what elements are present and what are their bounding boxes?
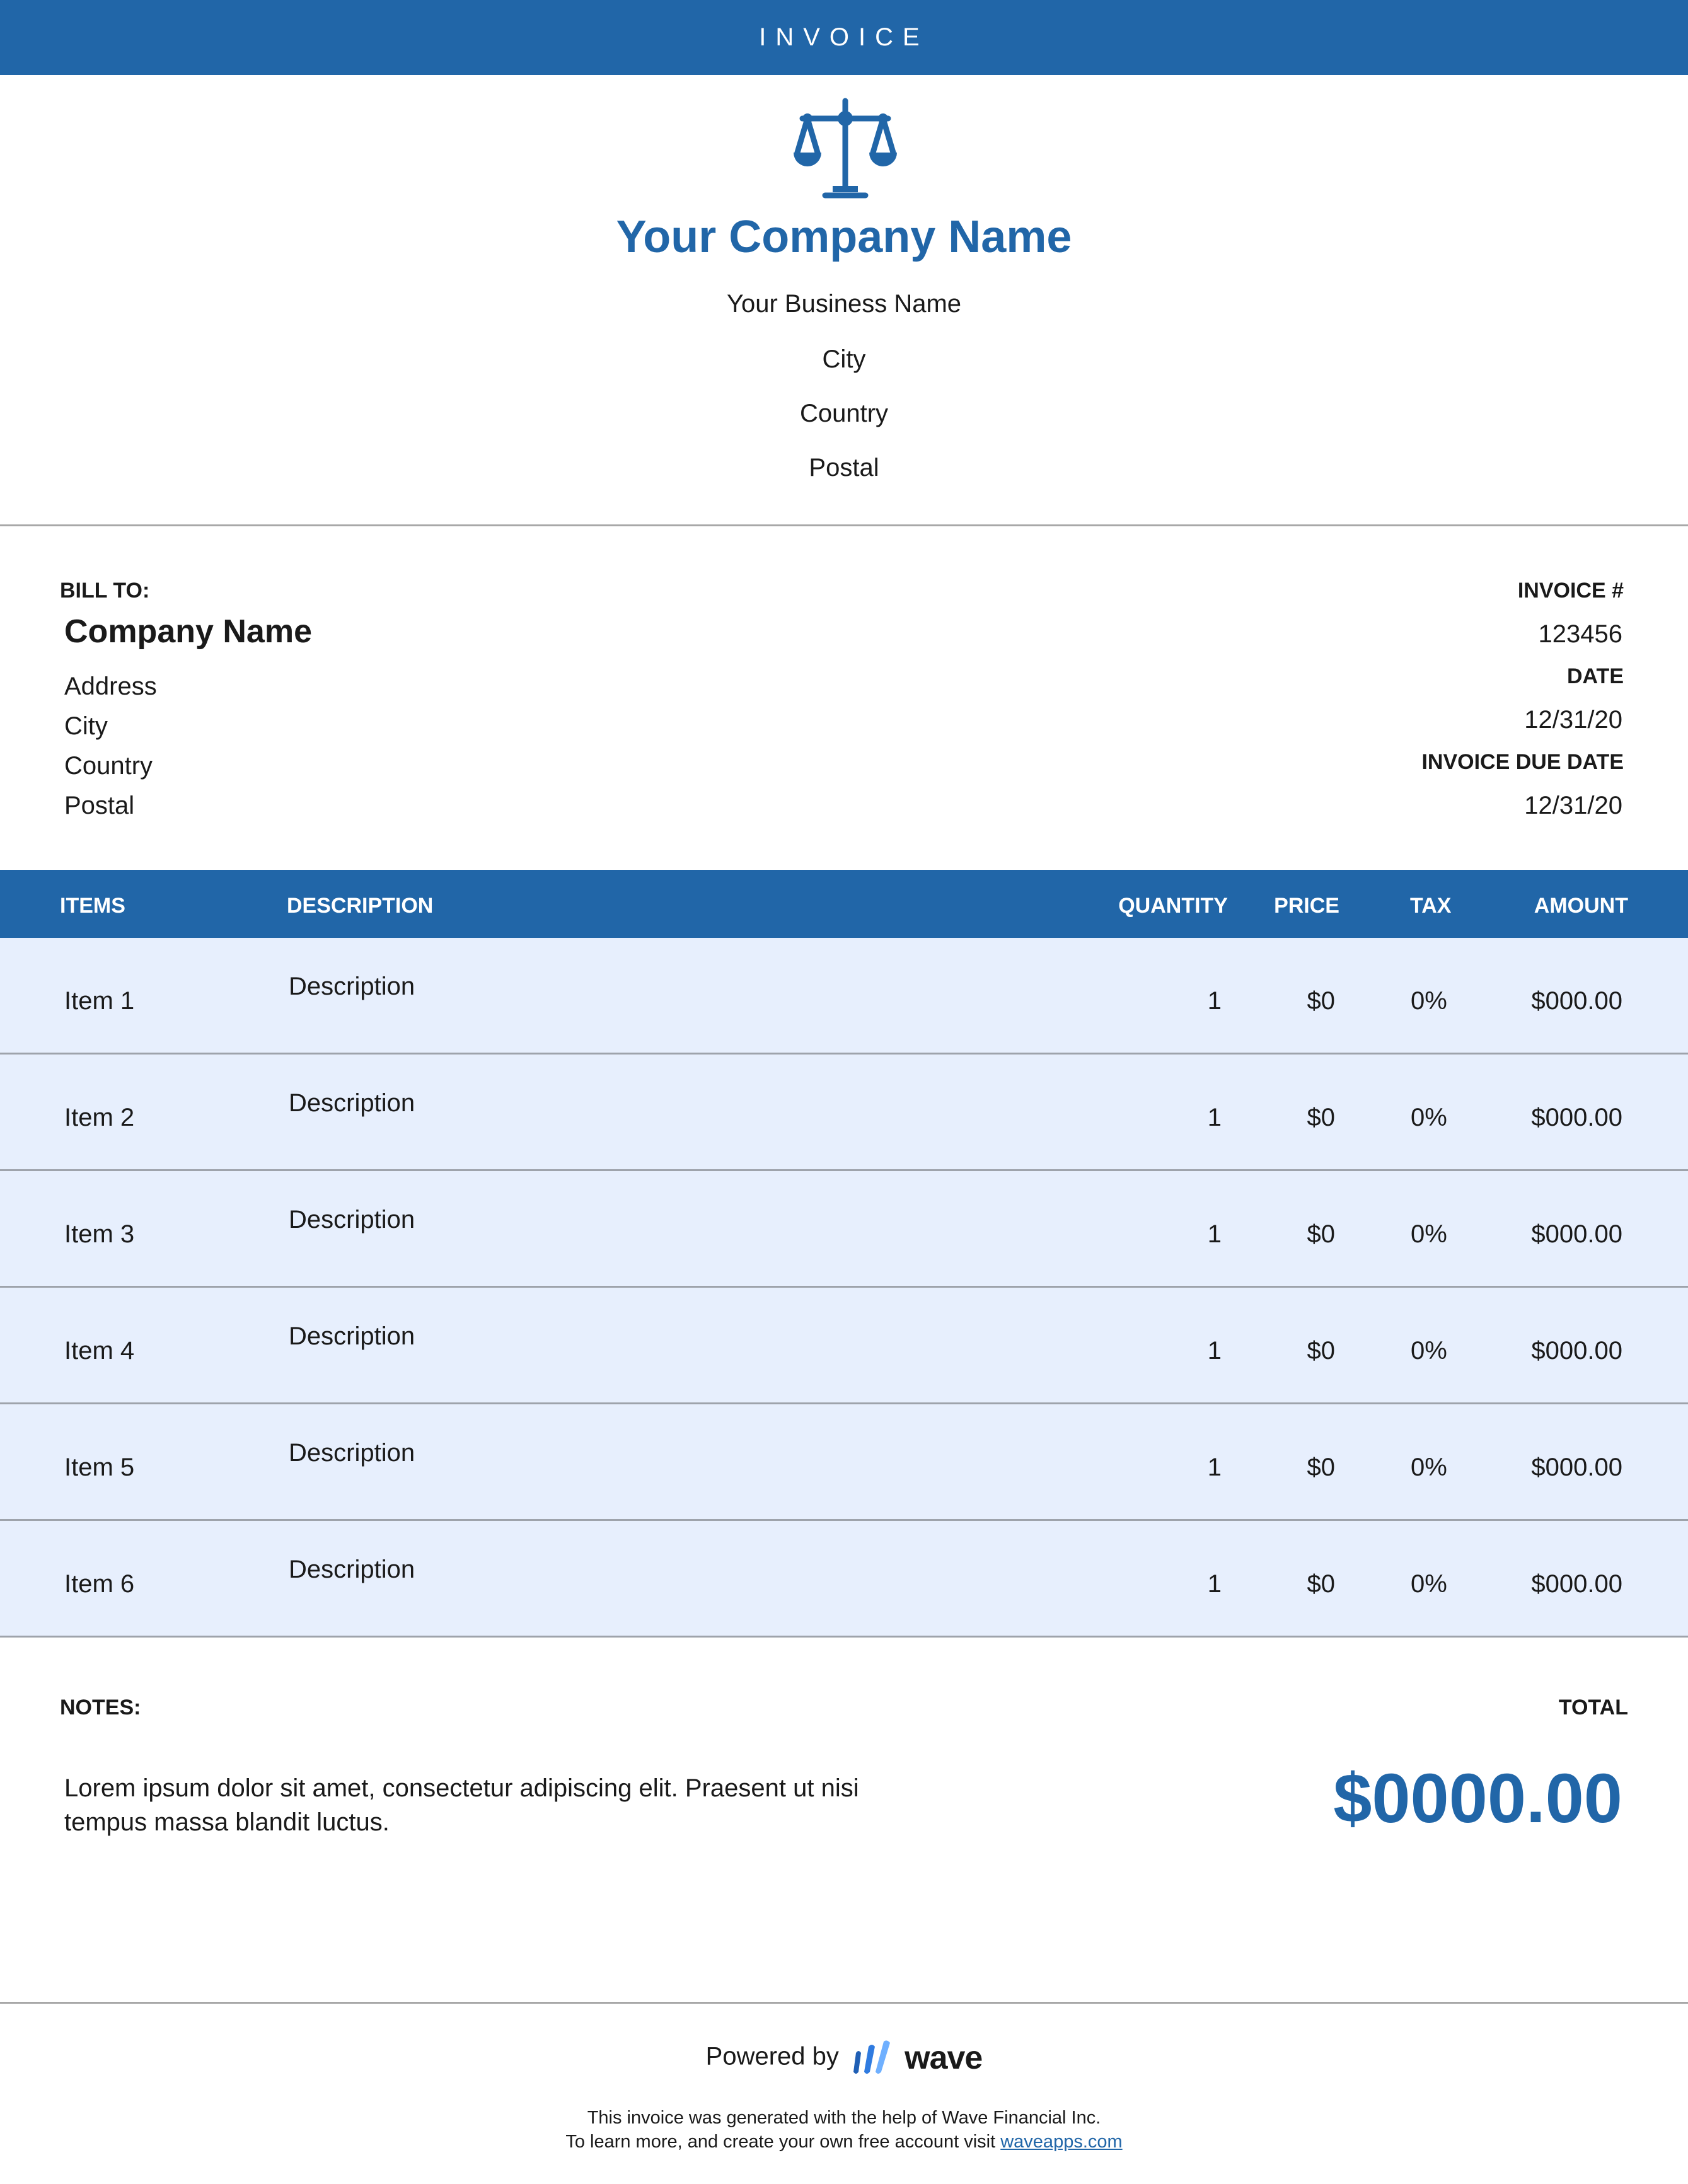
bill-to-company-name: Company Name: [64, 613, 312, 650]
item-tax: 0%: [1411, 1337, 1447, 1365]
item-quantity: 1: [1207, 1104, 1222, 1131]
company-postal: Postal: [809, 454, 879, 482]
column-header-quantity: QUANTITY: [1118, 894, 1228, 918]
bill-to-postal: Postal: [64, 792, 135, 819]
header-divider: [0, 524, 1688, 526]
wave-brand-name: wave: [905, 2040, 983, 2076]
item-tax: 0%: [1411, 1453, 1447, 1481]
company-business-name: Your Business Name: [726, 290, 962, 318]
company-city: City: [822, 345, 866, 373]
item-tax: 0%: [1411, 1220, 1447, 1248]
item-amount: $000.00: [1531, 987, 1622, 1015]
invoice-title: INVOICE: [759, 23, 929, 51]
item-tax: 0%: [1411, 987, 1447, 1015]
item-quantity: 1: [1207, 1570, 1222, 1598]
item-description: Description: [289, 1206, 415, 1234]
table-row: Item 3 Description 1 $0 0% $000.00: [0, 1171, 1688, 1288]
invoice-number: 123456: [1538, 620, 1622, 648]
item-description: Description: [289, 1089, 415, 1117]
item-amount: $000.00: [1531, 1337, 1622, 1365]
item-description: Description: [289, 973, 415, 1000]
scales-of-justice-icon: [794, 98, 897, 199]
bill-to-address: Address: [64, 673, 157, 700]
item-name: Item 4: [64, 1337, 135, 1365]
item-price: $0: [1307, 1570, 1336, 1598]
bill-to-city: City: [64, 712, 108, 740]
invoice-due-date-label: INVOICE DUE DATE: [1421, 750, 1624, 774]
item-amount: $000.00: [1531, 1570, 1622, 1598]
item-name: Item 6: [64, 1570, 135, 1598]
table-row: Item 6 Description 1 $0 0% $000.00: [0, 1521, 1688, 1638]
table-row: Item 5 Description 1 $0 0% $000.00: [0, 1404, 1688, 1521]
company-country: Country: [799, 400, 889, 427]
item-quantity: 1: [1207, 1337, 1222, 1365]
item-name: Item 1: [64, 987, 135, 1015]
item-tax: 0%: [1411, 1570, 1447, 1598]
item-name: Item 5: [64, 1453, 135, 1481]
powered-by: Powered by wave: [0, 2039, 1688, 2077]
footer-note-line2-text: To learn more, and create your own free …: [565, 2132, 996, 2152]
column-header-tax: TAX: [1410, 894, 1452, 918]
item-tax: 0%: [1411, 1104, 1447, 1131]
item-amount: $000.00: [1531, 1104, 1622, 1131]
item-price: $0: [1307, 1104, 1336, 1131]
bill-to-country: Country: [64, 752, 153, 780]
table-row: Item 1 Description 1 $0 0% $000.00: [0, 938, 1688, 1054]
invoice-due-date: 12/31/20: [1524, 792, 1622, 819]
item-quantity: 1: [1207, 987, 1222, 1015]
item-description: Description: [289, 1556, 415, 1583]
total-amount: $0000.00: [1333, 1760, 1622, 1837]
item-price: $0: [1307, 987, 1336, 1015]
item-amount: $000.00: [1531, 1220, 1622, 1248]
wave-logo-icon: [853, 2040, 890, 2074]
invoice-date: 12/31/20: [1524, 706, 1622, 734]
item-name: Item 3: [64, 1220, 135, 1248]
powered-by-label: Powered by: [705, 2042, 839, 2071]
item-price: $0: [1307, 1453, 1336, 1481]
table-row: Item 2 Description 1 $0 0% $000.00: [0, 1054, 1688, 1171]
invoice-date-label: DATE: [1566, 664, 1624, 688]
invoice-number-label: INVOICE #: [1517, 579, 1624, 603]
item-amount: $000.00: [1531, 1453, 1622, 1481]
footer-note-line2: To learn more, and create your own free …: [0, 2132, 1688, 2152]
notes-label: NOTES:: [60, 1696, 141, 1719]
item-price: $0: [1307, 1220, 1336, 1248]
invoice-title-bar: INVOICE: [0, 0, 1688, 75]
total-label: TOTAL: [1558, 1696, 1628, 1719]
bill-to-label: BILL TO:: [60, 579, 150, 603]
item-quantity: 1: [1207, 1220, 1222, 1248]
waveapps-link[interactable]: waveapps.com: [1000, 2132, 1122, 2152]
column-header-items: ITEMS: [60, 894, 125, 918]
item-description: Description: [289, 1439, 415, 1467]
footer-divider: [0, 2002, 1688, 2004]
column-header-price: PRICE: [1274, 894, 1339, 918]
footer-note-line1: This invoice was generated with the help…: [587, 2108, 1101, 2128]
item-description: Description: [289, 1322, 415, 1350]
company-name: Your Company Name: [616, 212, 1072, 262]
column-header-description: DESCRIPTION: [287, 894, 434, 918]
notes-text: Lorem ipsum dolor sit amet, consectetur …: [64, 1774, 859, 1836]
items-table-header: ITEMS DESCRIPTION QUANTITY PRICE TAX AMO…: [0, 870, 1688, 938]
item-name: Item 2: [64, 1104, 135, 1131]
column-header-amount: AMOUNT: [1534, 894, 1628, 918]
item-quantity: 1: [1207, 1453, 1222, 1481]
item-price: $0: [1307, 1337, 1336, 1365]
table-row: Item 4 Description 1 $0 0% $000.00: [0, 1288, 1688, 1404]
invoice-page: INVOICE Your Company Name Your Business …: [0, 0, 1688, 2184]
